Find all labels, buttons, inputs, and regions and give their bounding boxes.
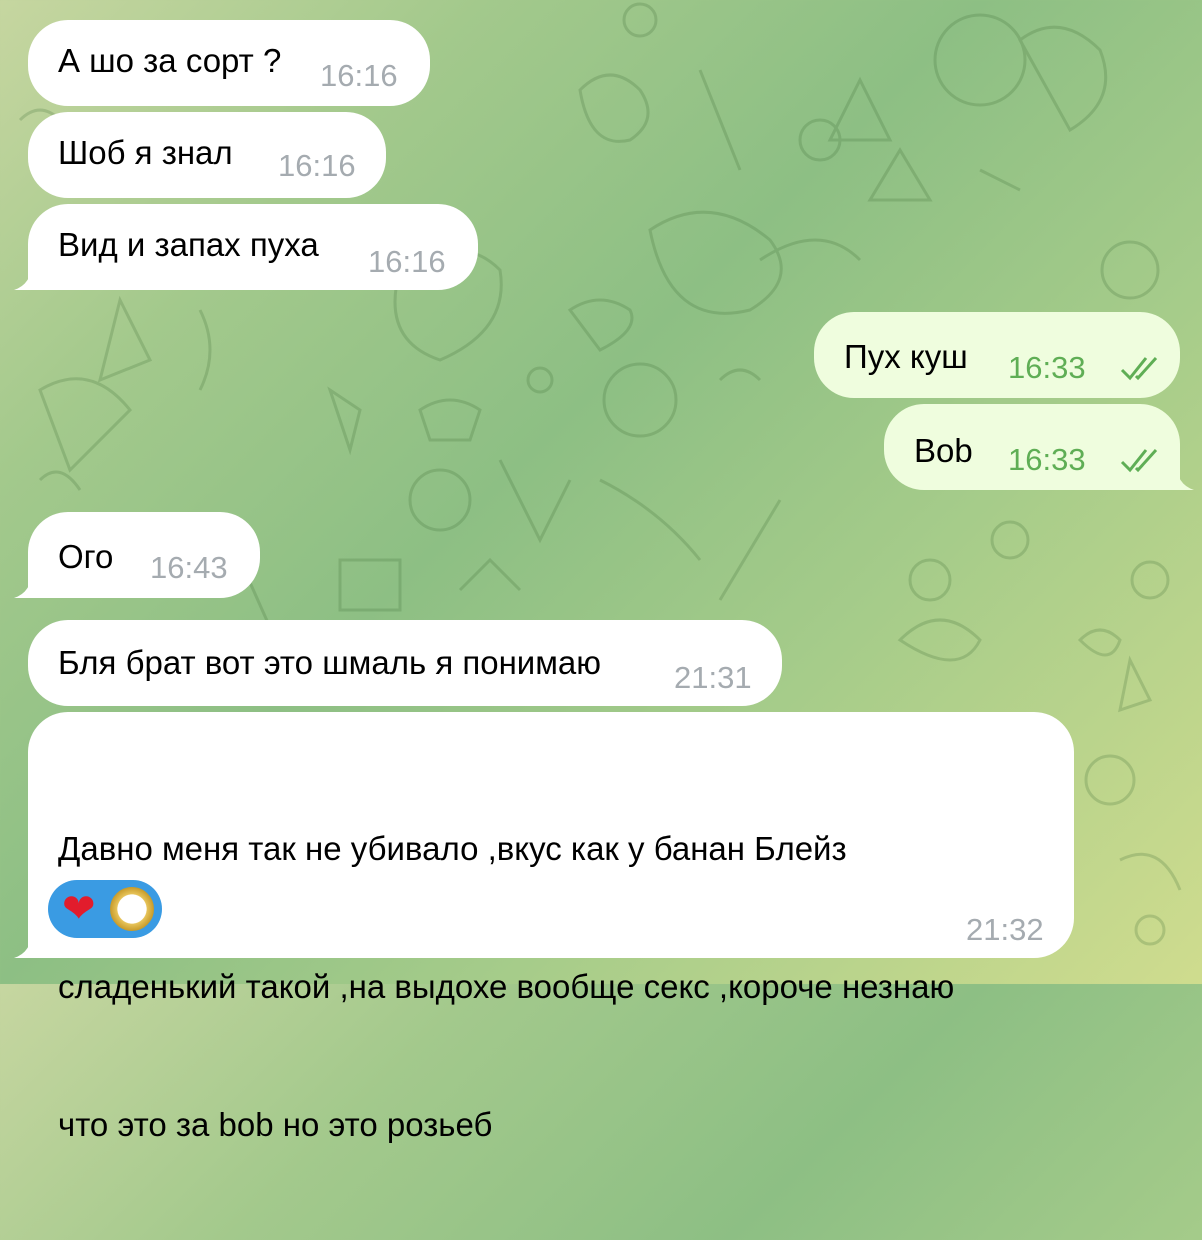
message-text: Давно меня так не убивало ,вкус как у ба… (58, 734, 954, 1240)
message-text: Шоб я знал (58, 134, 233, 171)
message-text-line: сладенький такой ,на выдохе вообще секс … (58, 968, 955, 1005)
message-time: 16:16 (368, 244, 446, 279)
message-time: 16:33 (1008, 350, 1086, 385)
message-bubble-incoming[interactable]: А шо за сорт ? 16:16 (28, 20, 430, 106)
message-text: Бля брат вот это шмаль я понимаю (58, 644, 602, 681)
bubble-tail (14, 930, 44, 958)
message-bubble-incoming[interactable]: Вид и запах пуха 16:16 (14, 204, 478, 290)
message-bubble-incoming[interactable]: Шоб я знал 16:16 (28, 112, 386, 198)
heart-icon: ❤ (62, 887, 96, 931)
message-text-line: Давно меня так не убивало ,вкус как у ба… (58, 830, 847, 867)
message-bubble-incoming[interactable]: Бля брат вот это шмаль я понимаю 21:31 (28, 620, 782, 706)
message-text: Ого (58, 538, 114, 575)
double-check-icon (1120, 448, 1158, 473)
message-bubble-outgoing[interactable]: Bob 16:33 (884, 404, 1194, 490)
double-check-icon (1120, 356, 1158, 381)
message-time: 16:16 (278, 148, 356, 183)
message-bubble-incoming[interactable]: Давно меня так не убивало ,вкус как у ба… (14, 712, 1074, 1143)
message-text: А шо за сорт ? (58, 42, 282, 79)
reactor-avatar (108, 885, 156, 933)
message-time: 21:32 (966, 912, 1044, 947)
message-bubble-outgoing[interactable]: Пух куш 16:33 (814, 312, 1180, 398)
message-text: Пух куш (844, 338, 968, 375)
bubble-tail (1164, 462, 1194, 490)
message-time: 21:31 (674, 660, 752, 695)
bubble-tail (14, 262, 44, 290)
reaction-pill[interactable]: ❤ (48, 880, 162, 938)
message-time: 16:43 (150, 550, 228, 585)
message-text: Вид и запах пуха (58, 226, 319, 263)
message-text-line: что это за bob но это розьеб (58, 1106, 493, 1143)
message-time: 16:33 (1008, 442, 1086, 477)
message-text: Bob (914, 432, 973, 469)
message-bubble-incoming[interactable]: Ого 16:43 (14, 512, 260, 598)
message-time: 16:16 (320, 58, 398, 93)
bubble-tail (14, 570, 44, 598)
